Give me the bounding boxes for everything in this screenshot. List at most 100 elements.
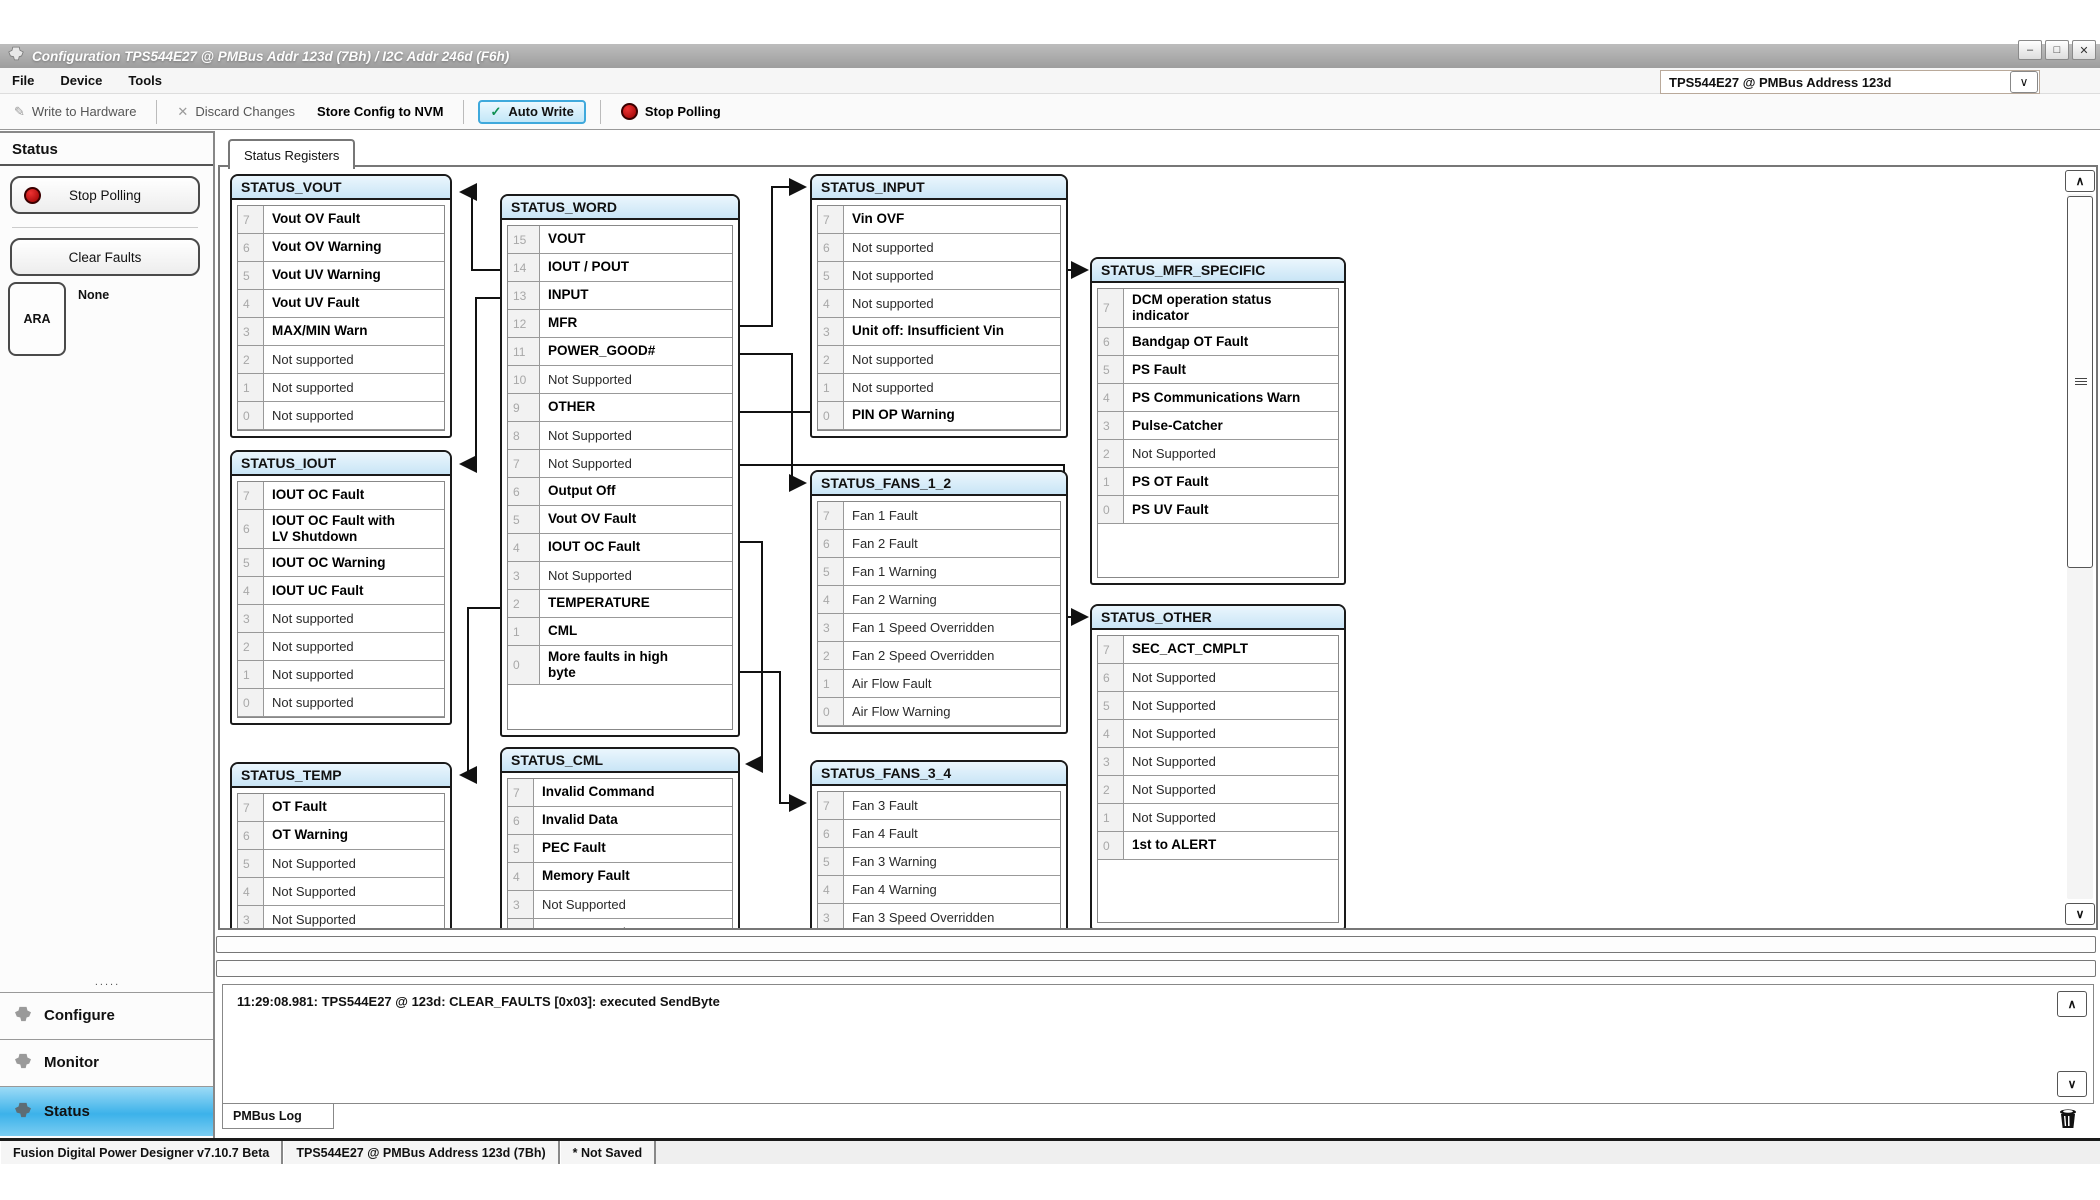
bit-number: 8 <box>508 422 540 449</box>
log-entry: 11:29:08.981: TPS544E27 @ 123d: CLEAR_FA… <box>237 994 720 1009</box>
bit-label: Fan 3 Speed Overridden <box>844 904 1060 930</box>
register-bit-row: 2Not supported <box>238 633 444 661</box>
bit-label: Not Supported <box>1124 776 1338 803</box>
bit-label: Invalid Command <box>534 779 732 806</box>
minimize-button[interactable]: – <box>2018 40 2042 60</box>
menu-device[interactable]: Device <box>60 73 102 88</box>
bit-number: 4 <box>1098 384 1124 411</box>
bit-number: 0 <box>238 402 264 429</box>
sidebar-item-status[interactable]: Status <box>0 1086 213 1136</box>
register-bit-row: 6Fan 4 Fault <box>818 820 1060 848</box>
toolbar: ✎ Write to Hardware ✕ Discard Changes St… <box>0 94 2100 130</box>
register-bit-row: 3Not Supported <box>508 562 732 590</box>
register-bit-row: 5PS Fault <box>1098 356 1338 384</box>
bit-label: Not Supported <box>1124 804 1338 831</box>
auto-write-toggle[interactable]: ✓ Auto Write <box>478 100 585 124</box>
bit-number: 4 <box>238 878 264 905</box>
store-config-to-nvm-button[interactable]: Store Config to NVM <box>311 101 449 122</box>
splitter-strip[interactable] <box>216 936 2096 953</box>
close-button[interactable]: ✕ <box>2072 40 2096 60</box>
register-bit-table: 7OT Fault6OT Warning5Not Supported4Not S… <box>237 793 445 930</box>
register-status-word: STATUS_WORD 15VOUT14IOUT / POUT13INPUT12… <box>500 194 740 737</box>
register-bit-row: 6Not supported <box>818 234 1060 262</box>
register-bit-row: 0More faults in high byte <box>508 646 732 685</box>
register-title: STATUS_FANS_3_4 <box>812 762 1066 786</box>
bit-number: 0 <box>1098 496 1124 523</box>
register-bit-row: 5Fan 1 Warning <box>818 558 1060 586</box>
clear-faults-button[interactable]: Clear Faults <box>10 238 200 276</box>
bit-number: 2 <box>238 633 264 660</box>
bit-number: 5 <box>238 850 264 877</box>
bit-label: IOUT OC Fault with LV Shutdown <box>264 510 444 548</box>
scroll-down-button[interactable]: ∨ <box>2065 903 2095 925</box>
register-bit-row: 5Not Supported <box>1098 692 1338 720</box>
register-bit-row: 3Fan 1 Speed Overridden <box>818 614 1060 642</box>
scroll-down-button[interactable]: ∨ <box>2057 1071 2087 1097</box>
sidebar-item-monitor[interactable]: Monitor <box>0 1039 213 1085</box>
bit-label: DCM operation status indicator <box>1124 289 1338 327</box>
bit-label: More faults in high byte <box>540 646 732 684</box>
register-title: STATUS_INPUT <box>812 176 1066 200</box>
bit-number: 4 <box>508 534 540 561</box>
sidebar-item-configure[interactable]: Configure <box>0 992 213 1038</box>
bit-label: Not Supported <box>264 878 444 905</box>
stop-polling-button[interactable]: Stop Polling <box>615 100 727 123</box>
tab-pmbus-log[interactable]: PMBus Log <box>222 1104 334 1129</box>
bit-label: PS OT Fault <box>1124 468 1338 495</box>
bit-label: Vout UV Warning <box>264 262 444 289</box>
ara-button[interactable]: ARA <box>8 282 66 356</box>
bit-number: 6 <box>238 510 264 548</box>
register-bit-row: 7SEC_ACT_CMPLT <box>1098 636 1338 664</box>
sidebar-splitter-dots[interactable]: ..... <box>0 976 215 988</box>
ti-logo-icon <box>14 1102 32 1122</box>
clear-log-trash-icon[interactable] <box>2056 1106 2080 1130</box>
menu-file[interactable]: File <box>12 73 34 88</box>
polling-indicator-icon <box>621 103 638 120</box>
bit-number: 3 <box>818 904 844 930</box>
bit-label: IOUT OC Fault <box>540 534 732 561</box>
register-bit-row: 5Vout OV Fault <box>508 506 732 534</box>
bit-number: 6 <box>818 234 844 261</box>
bit-label: Not Supported <box>1124 692 1338 719</box>
splitter-strip[interactable] <box>216 960 2096 977</box>
bit-number: 3 <box>508 891 534 918</box>
bit-number: 4 <box>818 586 844 613</box>
bit-label: Fan 4 Fault <box>844 820 1060 847</box>
discard-changes-button[interactable]: ✕ Discard Changes <box>171 101 301 123</box>
bit-label: Air Flow Warning <box>844 698 1060 725</box>
write-to-hardware-button[interactable]: ✎ Write to Hardware <box>8 101 142 123</box>
bit-number: 7 <box>818 502 844 529</box>
register-bit-row: 1PS OT Fault <box>1098 468 1338 496</box>
register-status-input: STATUS_INPUT 7Vin OVF6Not supported5Not … <box>810 174 1068 438</box>
scroll-up-button[interactable]: ∧ <box>2065 170 2095 192</box>
scrollbar-grip <box>2075 378 2087 386</box>
register-bit-row: 7DCM operation status indicator <box>1098 289 1338 328</box>
register-bit-row: 4Fan 2 Warning <box>818 586 1060 614</box>
bit-number: 3 <box>1098 412 1124 439</box>
register-bit-row: 5PEC Fault <box>508 835 732 863</box>
bit-label: Not supported <box>844 346 1060 373</box>
bit-label: Fan 1 Warning <box>844 558 1060 585</box>
divider <box>12 227 198 228</box>
scroll-up-button[interactable]: ∧ <box>2057 991 2087 1017</box>
register-bit-table: 7Invalid Command6Invalid Data5PEC Fault4… <box>507 778 733 930</box>
sidebar-title: Status <box>0 133 213 164</box>
scrollbar-thumb[interactable] <box>2067 196 2093 568</box>
maximize-button[interactable]: □ <box>2045 40 2069 60</box>
log-scrollbar[interactable]: ∧ ∨ <box>2057 991 2087 1099</box>
bit-number: 5 <box>1098 356 1124 383</box>
bit-number: 12 <box>508 310 540 337</box>
bit-number: 5 <box>818 262 844 289</box>
register-bit-row: 5Not supported <box>818 262 1060 290</box>
device-selector[interactable]: TPS544E27 @ PMBus Address 123d ∨ <box>1660 70 2040 94</box>
bit-number: 0 <box>508 646 540 684</box>
bit-label: IOUT / POUT <box>540 254 732 281</box>
register-title: STATUS_OTHER <box>1092 606 1344 630</box>
menu-tools[interactable]: Tools <box>128 73 162 88</box>
chevron-down-icon[interactable]: ∨ <box>2010 71 2038 93</box>
bit-label: IOUT OC Fault <box>264 482 444 509</box>
bit-label: Bandgap OT Fault <box>1124 328 1338 355</box>
tab-status-registers[interactable]: Status Registers <box>228 139 355 169</box>
sidebar-stop-polling-button[interactable]: Stop Polling <box>10 176 200 214</box>
main-scrollbar[interactable]: ∧ ∨ <box>2065 170 2095 925</box>
